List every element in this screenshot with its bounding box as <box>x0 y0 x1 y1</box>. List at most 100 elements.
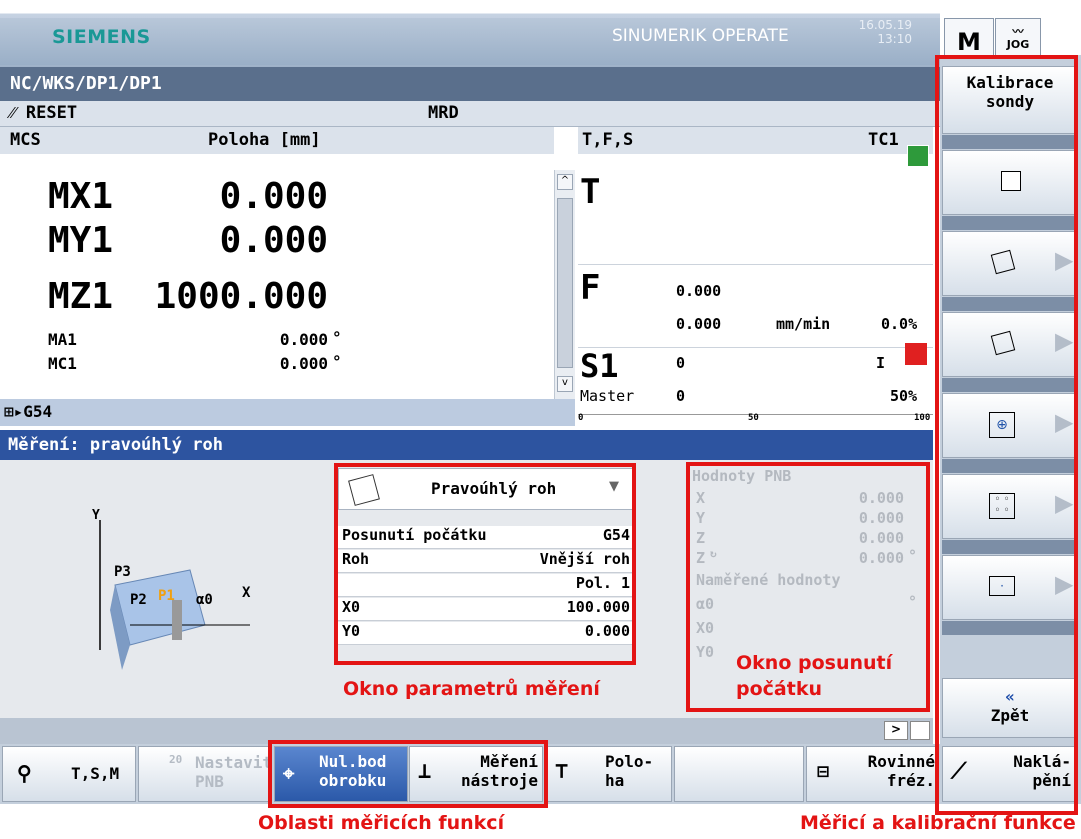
time-text: 13:10 <box>877 32 912 46</box>
axis-value: 0.000 <box>279 354 328 373</box>
face-mill-button[interactable]: ⊟ Rovinné fréz. <box>806 746 938 802</box>
scroll-thumb[interactable] <box>557 198 573 368</box>
diagram-y-label: Y <box>92 508 100 523</box>
master-override: 50% <box>890 387 918 405</box>
diagram-p1-label: P1 <box>158 588 175 604</box>
chevron-right-icon: ▶ <box>1055 489 1074 517</box>
chevron-right-icon: ▶ <box>1055 408 1074 436</box>
param-row[interactable]: Y0 0.000 <box>338 622 634 645</box>
empty-softkey[interactable] <box>674 746 804 802</box>
date-text: 16.05.19 <box>858 18 912 32</box>
axis-name: MA1 <box>48 330 77 349</box>
right-angle-button[interactable]: ▶ <box>942 312 1078 377</box>
scroll-end[interactable] <box>910 721 930 740</box>
chevron-right-icon: ▶ <box>1055 246 1074 274</box>
pocket-button[interactable]: ⊕ ▶ <box>942 393 1078 458</box>
pnb-title: Hodnoty PNB <box>692 467 792 485</box>
face-mill-icon: ⊟ <box>817 759 830 783</box>
master-label: Master <box>580 387 635 405</box>
corner-icon <box>990 249 1016 275</box>
reset-label: RESET <box>25 103 78 123</box>
workpiece-zero-button[interactable]: ⌖ Nul.bod obrobku <box>274 746 408 802</box>
reset-status: ⁄⁄ RESET <box>10 103 77 123</box>
degree-unit: ° <box>908 593 918 611</box>
position-label: Polo-ha <box>605 752 654 790</box>
param-value[interactable]: Vnější roh <box>540 550 630 568</box>
hole-icon: ⊕ <box>989 412 1015 438</box>
feed-unit: mm/min <box>776 315 831 333</box>
measurement-title: Měření: pravoúhlý roh <box>0 430 933 460</box>
scroll-down-icon[interactable]: v <box>557 376 573 392</box>
axis-name: MC1 <box>48 354 77 373</box>
softkey-gap <box>942 297 1078 311</box>
param-row[interactable]: Posunutí počátku G54 <box>338 526 634 549</box>
rotation-icon: ↻ <box>710 547 717 560</box>
calibrate-probe-button[interactable]: Kalibrace sondy <box>942 66 1078 134</box>
param-label: X0 <box>342 598 361 616</box>
method-dropdown[interactable]: Pravoúhlý roh ▼ <box>338 468 634 510</box>
feed-override: 0.0% <box>881 315 918 333</box>
tool-measure-label: Měření nástroje <box>460 752 538 790</box>
scroll-up-icon[interactable]: ^ <box>557 174 573 190</box>
jog-label: JOG <box>1006 38 1030 51</box>
back-button[interactable]: «Zpět <box>942 678 1078 738</box>
axis-name: MZ1 <box>48 276 114 317</box>
swivel-button[interactable]: ⟋ Naklá-pění <box>942 746 1078 802</box>
channel-path: NC/WKS/DP1/DP1 <box>0 67 940 101</box>
tool-icon: ⊥ <box>418 759 432 784</box>
chevron-right-icon: ▶ <box>1055 570 1074 598</box>
right-corner-icon <box>990 330 1016 356</box>
param-label: Y0 <box>342 622 361 640</box>
horizontal-scrollbar[interactable]: > <box>0 718 933 744</box>
datetime: 16.05.19 13:10 <box>858 18 912 46</box>
param-row[interactable]: X0 100.000 <box>338 598 634 621</box>
position-column: Poloha [mm] <box>208 130 321 150</box>
scroll-right-icon[interactable]: > <box>884 721 908 740</box>
master-value: 0 <box>676 387 686 405</box>
set-pnb-button[interactable]: 20 Nastavit PNB <box>138 746 273 802</box>
softkey-gap <box>942 621 1078 635</box>
spindle-stop-icon <box>905 343 927 365</box>
tool-label: T <box>580 172 601 212</box>
diagram-p2-label: P2 <box>130 592 147 608</box>
pnb-value: 0.000 <box>858 509 904 527</box>
param-value[interactable]: G54 <box>603 526 630 544</box>
corner-measure-button[interactable]: ▶ <box>942 231 1078 296</box>
pnb-label: Y <box>696 509 706 527</box>
param-label: Roh <box>342 550 370 568</box>
pnb-label: X <box>696 489 706 507</box>
product-name: SINUMERIK OPERATE <box>612 26 789 46</box>
measured-title: Naměřené hodnoty <box>696 571 841 589</box>
param-row[interactable]: Pol. 1 <box>338 574 634 597</box>
measured-label: α0 <box>696 595 715 613</box>
feed-value: 0.000 <box>676 282 722 300</box>
param-value[interactable]: 100.000 <box>567 598 630 616</box>
frame-label: G54 <box>23 402 53 421</box>
feed-value-2: 0.000 <box>676 315 722 333</box>
axis-name: MX1 <box>48 176 114 217</box>
param-label: Posunutí počátku <box>342 526 487 544</box>
mcs-panel: MX1 0.000 MY1 0.000 MZ1 1000.000 MA1 0.0… <box>0 154 554 401</box>
probe-icon: ⌖ <box>283 761 295 785</box>
mcs-scrollbar[interactable]: ^ v <box>554 170 575 399</box>
param-value[interactable]: 0.000 <box>585 622 630 640</box>
tsm-button[interactable]: ⚲ T,S,M <box>2 746 136 802</box>
edge-measure-button[interactable] <box>942 150 1078 215</box>
param-row[interactable]: Roh Vnější roh <box>338 550 634 573</box>
offset-annotation: Okno posunutí počátku <box>736 652 893 700</box>
param-value[interactable]: Pol. 1 <box>576 574 630 592</box>
jog-icon: 〰 <box>1012 25 1024 38</box>
degree-unit: ° <box>332 328 342 347</box>
position-button[interactable]: ⊤ Polo-ha <box>546 746 672 802</box>
tool-measure-button[interactable]: ⊥ Měření nástroje <box>409 746 543 802</box>
corner-icon <box>348 474 380 506</box>
feed-label: F <box>580 268 601 308</box>
set-pnb-label: Nastavit PNB <box>195 753 273 791</box>
pnb-label: Z <box>696 549 706 567</box>
softkey-gap <box>942 135 1078 149</box>
slot-button[interactable]: · ▶ <box>942 555 1078 620</box>
scale-tick: 0 <box>578 413 584 423</box>
tfs-panel: T F 0.000 0.000 mm/min 0.0% S1 0 I Maste… <box>578 154 933 426</box>
hole-pattern-button[interactable]: ◦ ◦ ◦ ◦ ▶ <box>942 474 1078 539</box>
status-row <box>0 101 940 127</box>
